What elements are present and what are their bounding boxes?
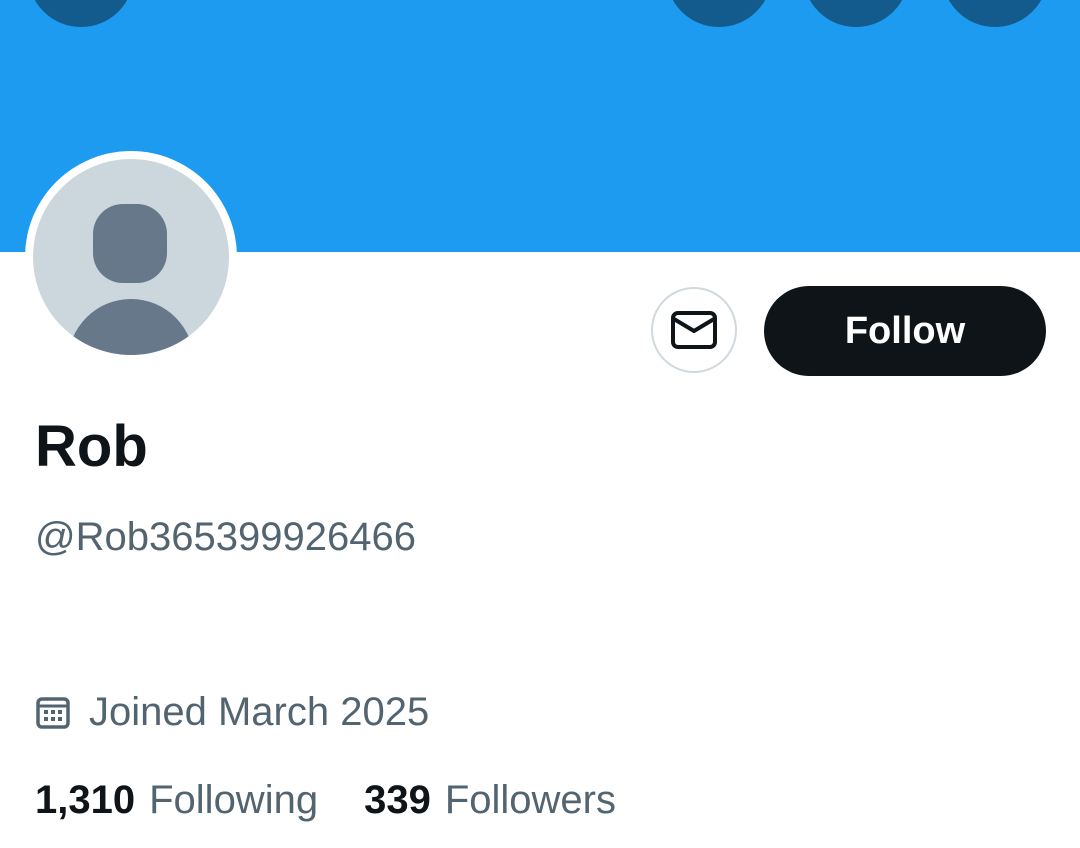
follow-button[interactable]: Follow <box>764 286 1046 376</box>
back-button[interactable] <box>28 0 134 27</box>
following-label: Following <box>149 778 319 822</box>
calendar-icon <box>36 697 70 729</box>
follow-stats: 1,310 Following 339 Followers <box>35 776 616 824</box>
default-avatar-icon <box>33 159 229 355</box>
header-action-button-2[interactable] <box>803 0 909 27</box>
avatar-head-shape <box>93 204 167 283</box>
following-link[interactable]: 1,310 Following <box>35 776 318 824</box>
mail-icon <box>671 311 717 349</box>
display-name: Rob <box>35 414 148 479</box>
joined-date: Joined March 2025 <box>35 688 429 736</box>
header-action-button-1[interactable] <box>666 0 772 27</box>
user-handle: @Rob365399926466 <box>35 515 416 559</box>
profile-page: Follow Rob @Rob365399926466 Joined March… <box>0 0 1080 848</box>
avatar[interactable] <box>25 151 237 363</box>
joined-date-label: Joined March 2025 <box>89 690 430 734</box>
more-options-button[interactable] <box>942 0 1048 27</box>
followers-count: 339 <box>364 778 431 822</box>
followers-link[interactable]: 339 Followers <box>364 776 616 824</box>
followers-label: Followers <box>444 778 616 822</box>
following-count: 1,310 <box>35 778 136 822</box>
avatar-body-shape <box>68 299 194 355</box>
message-button[interactable] <box>651 287 737 373</box>
